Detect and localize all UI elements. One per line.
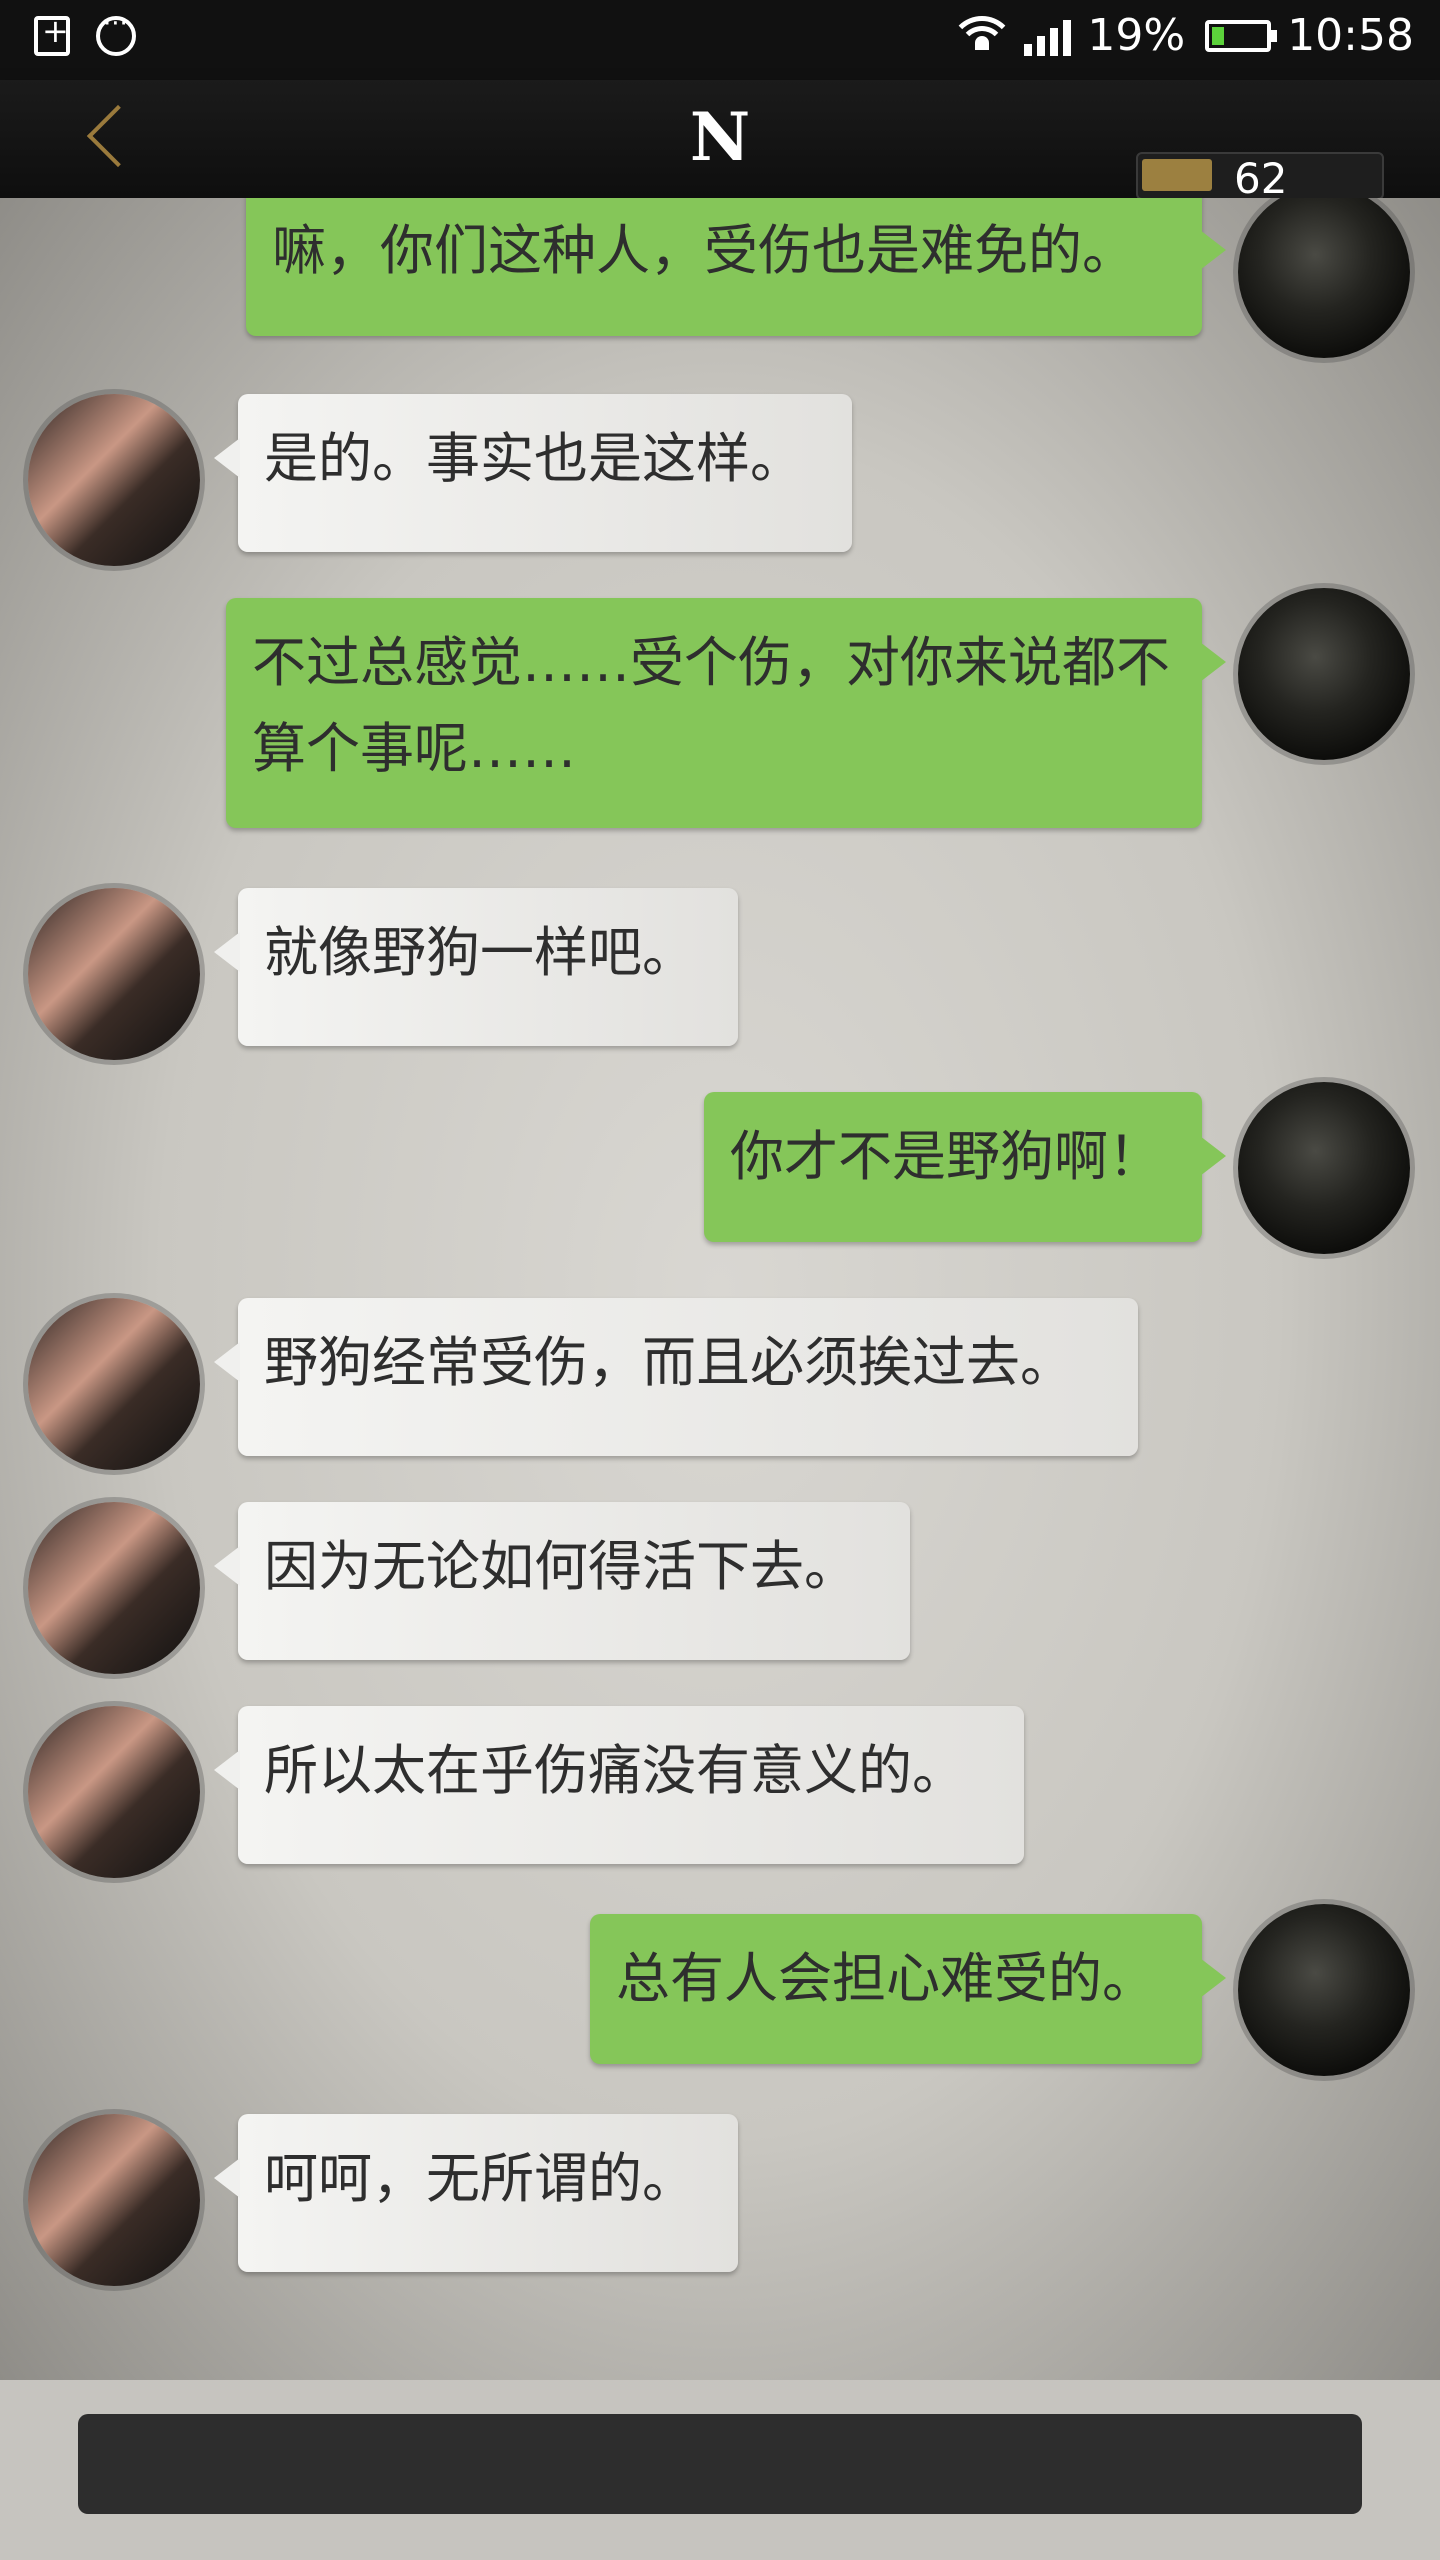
contact-avatar[interactable]: [28, 888, 200, 1060]
energy-meter: 62: [1136, 152, 1384, 203]
message-bubble-contact[interactable]: 呵呵，无所谓的。: [214, 2114, 738, 2272]
battery-percent: 19%: [1087, 10, 1186, 61]
contact-avatar[interactable]: [28, 1706, 200, 1878]
wifi-icon: [949, 15, 1016, 56]
chat-header: N 62: [0, 80, 1440, 203]
message-bubble-self[interactable]: 不过总感觉……受个伤，对你来说都不算个事呢……: [226, 598, 1226, 828]
energy-bar: [1142, 159, 1212, 191]
message-icon: [96, 9, 136, 56]
battery-saver-icon: [34, 12, 70, 56]
signal-icon: [1024, 16, 1072, 56]
clock: 10:58: [1287, 10, 1414, 61]
message-input[interactable]: [78, 2414, 1362, 2514]
contact-avatar[interactable]: [28, 1298, 200, 1470]
message-bubble-contact[interactable]: 就像野狗一样吧。: [214, 888, 738, 1046]
contact-avatar[interactable]: [28, 1502, 200, 1674]
message-bubble-self[interactable]: 总有人会担心难受的。: [590, 1914, 1226, 2064]
contact-avatar[interactable]: [28, 394, 200, 566]
self-avatar[interactable]: [1238, 198, 1410, 358]
message-bubble-contact[interactable]: 所以太在乎伤痛没有意义的。: [214, 1706, 1024, 1864]
message-bubble-self[interactable]: 嘛，你们这种人，受伤也是难免的。: [246, 198, 1226, 336]
self-avatar[interactable]: [1238, 1082, 1410, 1254]
status-bar: 19% 10:58: [0, 0, 1440, 80]
contact-avatar[interactable]: [28, 2114, 200, 2286]
energy-value: 62: [1234, 154, 1288, 203]
message-bubble-contact[interactable]: 是的。事实也是这样。: [214, 394, 852, 552]
message-bubble-contact[interactable]: 野狗经常受伤，而且必须挨过去。: [214, 1298, 1138, 1456]
battery-icon: [1205, 19, 1278, 52]
self-avatar[interactable]: [1238, 588, 1410, 760]
self-avatar[interactable]: [1238, 1904, 1410, 2076]
message-bubble-contact[interactable]: 因为无论如何得活下去。: [214, 1502, 910, 1660]
message-list[interactable]: 嘛，你们这种人，受伤也是难免的。 是的。事实也是这样。 不过总感觉……受个伤，对…: [0, 198, 1440, 2380]
message-bubble-self[interactable]: 你才不是野狗啊！: [704, 1092, 1226, 1242]
input-bar: [0, 2380, 1440, 2560]
